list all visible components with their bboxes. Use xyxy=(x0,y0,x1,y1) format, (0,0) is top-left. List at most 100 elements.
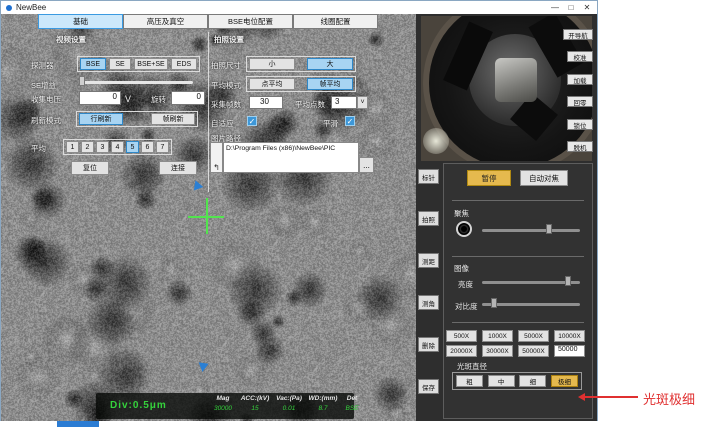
detector-bse-button[interactable]: BSE xyxy=(80,58,106,70)
frames-label: 采集帧数 xyxy=(211,99,241,110)
size-large-button[interactable]: 大 xyxy=(307,58,353,70)
close-button[interactable]: ✕ xyxy=(579,1,595,14)
measure-distance-button[interactable]: 测距 xyxy=(418,253,439,268)
offline-button[interactable]: 脱机 xyxy=(567,141,593,152)
average-5-button[interactable]: 5 xyxy=(126,141,139,153)
tab-basic[interactable]: 基础 xyxy=(38,14,123,29)
avg-mode-group: 点平均 帧平均 xyxy=(246,76,356,92)
minimize-button[interactable]: — xyxy=(547,1,563,14)
detector-se-button[interactable]: SE xyxy=(109,58,131,70)
connect-button[interactable]: 连接 xyxy=(159,161,197,175)
collect-voltage-input[interactable]: 0 xyxy=(79,91,121,105)
client-area: 基础 高压及真空 BSE电位配置 线圈配置 视频设置 探测器 BSE SE BS… xyxy=(1,14,597,421)
mag-50000x-button[interactable]: 50000X xyxy=(518,345,549,357)
frames-input[interactable]: 30 xyxy=(249,96,283,109)
mag-value: 30000 xyxy=(214,405,232,412)
marker-tool-button[interactable]: 标针 xyxy=(418,169,439,184)
maximize-button[interactable]: □ xyxy=(563,1,579,14)
tab-coil-config[interactable]: 线圈配置 xyxy=(293,14,378,29)
points-dropdown-arrow-icon[interactable]: ˅ xyxy=(357,96,368,109)
smooth-checkbox[interactable]: ✓ xyxy=(345,116,355,126)
average-3-button[interactable]: 3 xyxy=(96,141,109,153)
stage-marker-bottom-icon xyxy=(197,362,208,372)
detector-group: BSE SE BSE+SE EDS xyxy=(77,56,200,72)
divider xyxy=(452,322,584,323)
frame-refresh-button[interactable]: 帧刷新 xyxy=(151,113,195,125)
taskbar-fragment xyxy=(57,421,99,427)
title-bar[interactable]: NewBee — □ ✕ xyxy=(1,1,597,14)
mag-5000x-button[interactable]: 5000X xyxy=(518,330,549,342)
rotation-input[interactable]: 0 xyxy=(171,91,205,105)
focus-slider[interactable] xyxy=(482,226,580,236)
vac-value: 0.01 xyxy=(283,405,296,412)
load-button[interactable]: 加载 xyxy=(567,74,593,85)
average-1-button[interactable]: 1 xyxy=(66,141,79,153)
line-refresh-button[interactable]: 行刷新 xyxy=(79,113,123,125)
tab-bse-config[interactable]: BSE电位配置 xyxy=(208,14,293,29)
se-gain-slider-thumb[interactable] xyxy=(79,76,85,86)
average-6-button[interactable]: 6 xyxy=(141,141,154,153)
mag-10000x-button[interactable]: 10000X xyxy=(554,330,585,342)
right-panel: 开导航 校准 加载 回零 锁位 脱机 标针 拍照 测距 测角 删除 保存 暂停 … xyxy=(416,14,597,421)
app-window: NewBee — □ ✕ 基础 高压及真空 BSE电位配置 线圈配置 视频设置 … xyxy=(0,0,598,421)
size-small-button[interactable]: 小 xyxy=(249,58,295,70)
mag-500x-button[interactable]: 500X xyxy=(446,330,477,342)
home-zero-button[interactable]: 回零 xyxy=(567,96,593,107)
photo-size-group: 小 大 xyxy=(246,56,356,72)
average-2-button[interactable]: 2 xyxy=(81,141,94,153)
average-4-button[interactable]: 4 xyxy=(111,141,124,153)
frame-average-button[interactable]: 帧平均 xyxy=(307,78,353,90)
reset-button[interactable]: 复位 xyxy=(71,161,109,175)
app-icon xyxy=(6,5,12,11)
spot-coarse-button[interactable]: 粗 xyxy=(456,375,483,387)
average-label: 平均 xyxy=(31,143,46,154)
tab-bar: 基础 高压及真空 BSE电位配置 线圈配置 xyxy=(38,14,378,29)
open-navigation-button[interactable]: 开导航 xyxy=(563,29,593,40)
points-select[interactable]: 3 xyxy=(331,96,357,109)
average-7-button[interactable]: 7 xyxy=(156,141,169,153)
measure-angle-button[interactable]: 测角 xyxy=(418,295,439,310)
spot-fine-button[interactable]: 细 xyxy=(519,375,546,387)
adaptive-checkbox[interactable]: ✓ xyxy=(247,116,257,126)
calibrate-button[interactable]: 校准 xyxy=(567,51,593,62)
mag-30000x-button[interactable]: 30000X xyxy=(482,345,513,357)
save-button[interactable]: 保存 xyxy=(418,379,439,394)
mag-20000x-button[interactable]: 20000X xyxy=(446,345,477,357)
points-label: 平均点数 xyxy=(295,99,325,110)
contrast-slider[interactable] xyxy=(482,300,580,310)
status-bar: Div:0.5μm Mag30000 ACC:(kV)15 Vac:(Pa)0.… xyxy=(96,393,354,419)
screen: NewBee — □ ✕ 基础 高压及真空 BSE电位配置 线圈配置 视频设置 … xyxy=(0,0,720,427)
rotation-label: 旋转 xyxy=(151,94,166,105)
divider xyxy=(452,200,584,201)
mag-input[interactable]: 50000 xyxy=(554,345,585,357)
refresh-mode-label: 刷新模式 xyxy=(31,115,61,126)
browse-button[interactable]: ... xyxy=(359,157,374,173)
contrast-label: 对比度 xyxy=(455,301,478,312)
spot-diameter-label: 光斑直径 xyxy=(457,361,487,372)
brightness-label: 亮度 xyxy=(458,279,473,290)
point-average-button[interactable]: 点平均 xyxy=(249,78,295,90)
mag-1000x-button[interactable]: 1000X xyxy=(482,330,513,342)
delete-button[interactable]: 删除 xyxy=(418,337,439,352)
brightness-slider-thumb[interactable] xyxy=(565,276,571,286)
pause-button[interactable]: 暂停 xyxy=(467,170,511,186)
average-group: 1 2 3 4 5 6 7 xyxy=(63,139,172,155)
lock-position-button[interactable]: 锁位 xyxy=(567,119,593,130)
contrast-slider-thumb[interactable] xyxy=(491,298,497,308)
photo-tool-button[interactable]: 拍照 xyxy=(418,211,439,226)
detector-eds-button[interactable]: EDS xyxy=(171,58,197,70)
annotation-line xyxy=(584,396,638,398)
tab-hv-vacuum[interactable]: 高压及真空 xyxy=(123,14,208,29)
autofocus-button[interactable]: 自动对焦 xyxy=(520,170,568,186)
wd-header: WD:(mm) xyxy=(309,395,338,402)
spot-ultrafine-button[interactable]: 极细 xyxy=(551,375,578,387)
mag-header: Mag xyxy=(217,395,230,402)
detector-bse-se-button[interactable]: BSE+SE xyxy=(134,58,168,70)
spot-medium-button[interactable]: 中 xyxy=(488,375,515,387)
focus-slider-thumb[interactable] xyxy=(546,224,552,234)
focus-knob-icon[interactable] xyxy=(456,221,472,237)
se-gain-slider[interactable] xyxy=(79,78,193,88)
brightness-slider[interactable] xyxy=(482,278,580,288)
path-back-icon[interactable]: ↰ xyxy=(210,142,223,173)
path-textarea[interactable]: D:\Program Files (x86)\NewBee\PIC xyxy=(223,142,359,173)
